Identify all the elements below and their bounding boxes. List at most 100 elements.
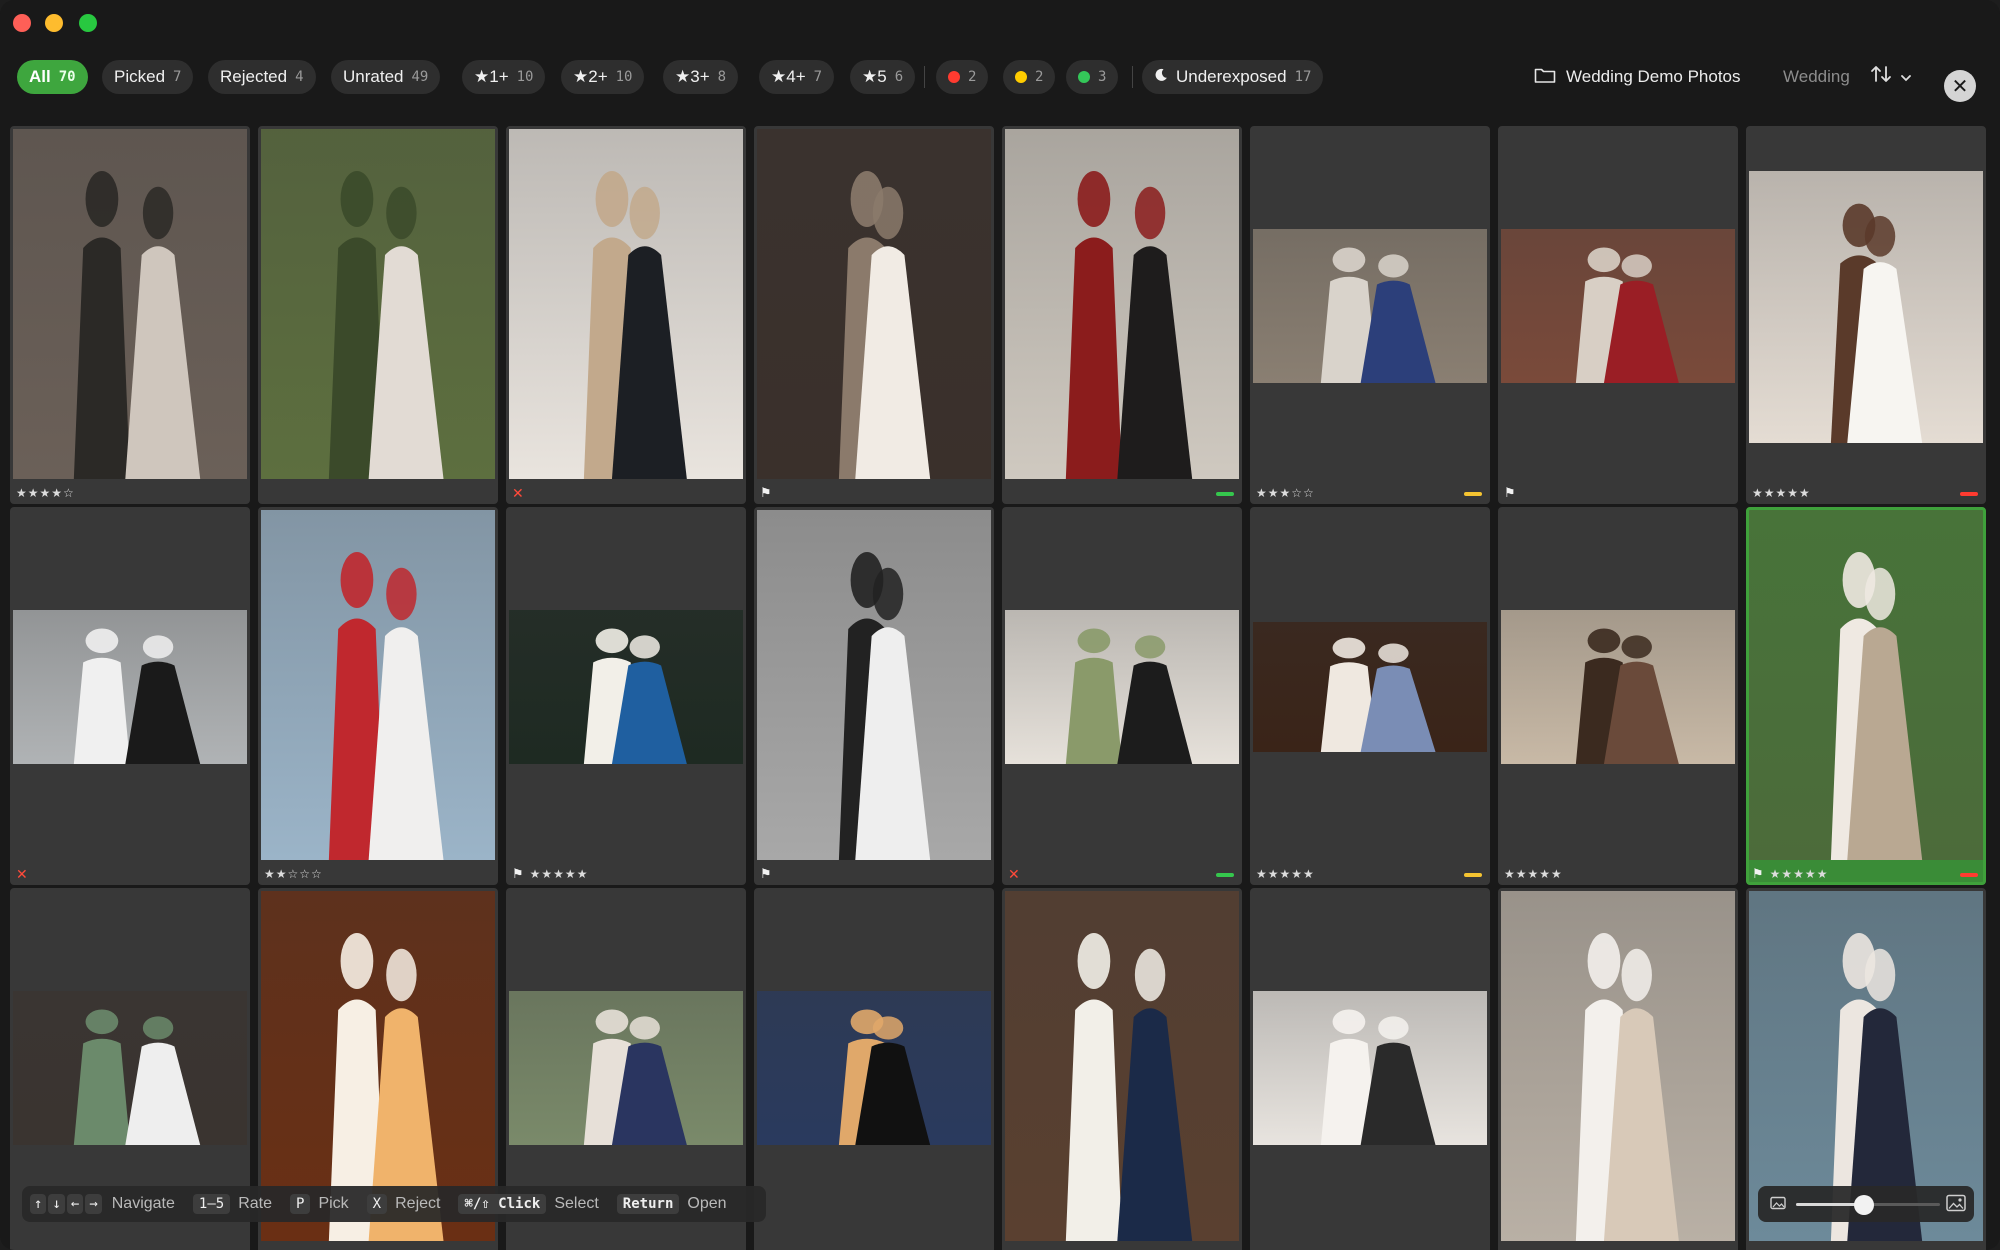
shortcut-key: ←: [66, 1194, 84, 1214]
star-rating: ★★★★☆: [16, 486, 75, 500]
app-window: All 70 Picked 7 Rejected 4 Unrated 49 ★1+ 10 ★2+ 10…: [0, 0, 2000, 1250]
filter-star2[interactable]: ★2+ 10: [561, 60, 645, 94]
photo-cell[interactable]: ★★★★★: [1746, 126, 1986, 504]
photo-thumbnail: [1749, 510, 1983, 860]
photo-cell[interactable]: ★★★★★: [1498, 507, 1738, 885]
filter-count: 2: [968, 69, 977, 85]
color-dot-icon: [1078, 71, 1090, 83]
color-label-yellow: [1464, 873, 1482, 877]
photo-cell[interactable]: ✕: [10, 507, 250, 885]
toolbar-separator: [1132, 66, 1133, 88]
photo-meta: ★★★☆☆: [1256, 486, 1315, 500]
filter-rejected[interactable]: Rejected 4: [208, 60, 316, 94]
filter-count: 6: [894, 69, 904, 85]
photo-meta: ★★☆☆☆: [264, 867, 323, 881]
sort-menu-button[interactable]: [1870, 60, 1912, 94]
photo-thumbnail: [13, 991, 247, 1145]
shortcut-label: Rate: [238, 1195, 272, 1212]
photo-cell[interactable]: [1002, 888, 1242, 1250]
photo-thumbnail: [1005, 610, 1239, 764]
photo-thumbnail: [1501, 891, 1735, 1241]
filter-color-yellow[interactable]: 2: [1003, 60, 1056, 94]
photo-thumbnail: [13, 610, 247, 764]
photo-thumbnail: [757, 129, 991, 479]
filter-unrated[interactable]: Unrated 49: [331, 60, 441, 94]
color-label-green: [1216, 873, 1234, 877]
color-label-red: [1960, 492, 1978, 496]
shortcut-label: Reject: [395, 1195, 441, 1212]
filter-label: ★4+: [771, 67, 806, 86]
photo-meta: ⚑: [760, 866, 772, 881]
image-small-icon: [1770, 1196, 1786, 1215]
close-button[interactable]: ✕: [1944, 70, 1976, 102]
photo-thumbnail: [509, 129, 743, 479]
filter-star1[interactable]: ★1+ 10: [462, 60, 546, 94]
reject-x-icon: ✕: [512, 484, 524, 501]
photo-cell[interactable]: ⚑ ★★★★★: [1746, 507, 1986, 885]
reject-x-icon: ✕: [1008, 865, 1020, 882]
filter-color-red[interactable]: 2: [936, 60, 989, 94]
photo-cell[interactable]: ⚑: [754, 126, 994, 504]
photo-cell[interactable]: ✕: [506, 126, 746, 504]
pick-flag-icon: ⚑: [1504, 485, 1516, 500]
photo-meta: ✕: [1008, 865, 1020, 882]
filter-star4[interactable]: ★4+ 7: [759, 60, 835, 94]
photo-cell[interactable]: [258, 126, 498, 504]
photo-thumbnail: [13, 129, 247, 479]
photo-cell[interactable]: ★★★☆☆: [1250, 126, 1490, 504]
collection-name[interactable]: Wedding: [1783, 60, 1850, 94]
filter-star3[interactable]: ★3+ 8: [663, 60, 739, 94]
photo-thumbnail: [1253, 991, 1487, 1145]
folder-name: Wedding Demo Photos: [1566, 67, 1741, 86]
folder-selector[interactable]: Wedding Demo Photos: [1534, 60, 1741, 94]
star-rating: ★★★★★: [1256, 867, 1315, 881]
photo-thumbnail: [1253, 622, 1487, 752]
filter-underexposed[interactable]: Underexposed 17: [1142, 60, 1324, 94]
filter-count: 7: [173, 69, 182, 85]
shortcut-key: P: [290, 1194, 311, 1214]
filter-label: ★3+: [675, 67, 710, 86]
photo-meta: ⚑: [760, 485, 772, 500]
filter-count: 70: [58, 69, 76, 85]
photo-meta: ★★★★★: [1256, 867, 1315, 881]
filter-color-green[interactable]: 3: [1066, 60, 1119, 94]
shortcut-key: →: [85, 1194, 102, 1214]
photo-cell[interactable]: [754, 888, 994, 1250]
filter-toolbar: All 70 Picked 7 Rejected 4 Unrated 49 ★1+ 10 ★2+ 10…: [0, 54, 2000, 102]
filter-all[interactable]: All 70: [17, 60, 88, 94]
photo-thumbnail: [757, 510, 991, 860]
photo-cell[interactable]: [1498, 888, 1738, 1250]
shortcut-label: Pick: [318, 1195, 349, 1212]
photo-cell[interactable]: ★★★★★: [1250, 507, 1490, 885]
photo-cell[interactable]: ⚑: [1498, 126, 1738, 504]
filter-count: 3: [1098, 69, 1107, 85]
photo-cell[interactable]: ⚑: [754, 507, 994, 885]
filter-star5[interactable]: ★5 6: [850, 60, 916, 94]
photo-thumbnail: [509, 610, 743, 764]
photo-meta: ✕: [16, 865, 28, 882]
filter-count: 2: [1035, 69, 1044, 85]
window-minimize-button[interactable]: [45, 14, 63, 32]
filter-picked[interactable]: Picked 7: [102, 60, 194, 94]
photo-thumbnail: [1253, 229, 1487, 383]
slider-knob[interactable]: [1853, 1195, 1874, 1215]
shortcut-key: X: [366, 1194, 388, 1214]
shortcut-label: Open: [687, 1195, 727, 1212]
color-label-red: [1960, 873, 1978, 877]
photo-cell[interactable]: ✕: [1002, 507, 1242, 885]
reject-x-icon: ✕: [16, 865, 28, 882]
photo-cell[interactable]: [1250, 888, 1490, 1250]
photo-cell[interactable]: ⚑ ★★★★★: [506, 507, 746, 885]
color-dot-icon: [1015, 71, 1027, 83]
window-zoom-button[interactable]: [79, 14, 97, 32]
photo-cell[interactable]: ★★☆☆☆: [258, 507, 498, 885]
window-close-button[interactable]: [13, 14, 31, 32]
thumbnail-size-slider[interactable]: [1758, 1186, 1974, 1222]
shortcut-key: ↑: [30, 1194, 47, 1214]
color-label-green: [1216, 492, 1234, 496]
photo-cell[interactable]: [1002, 126, 1242, 504]
filter-label: ★1+: [474, 67, 509, 86]
star-rating: ★★☆☆☆: [264, 867, 323, 881]
photo-cell[interactable]: ★★★★☆: [10, 126, 250, 504]
shortcut-hints-bar: ↑ ↓ ← → Navigate 1–5 Rate P Pick X Reject ⌘/⇧ Click…: [22, 1186, 766, 1222]
